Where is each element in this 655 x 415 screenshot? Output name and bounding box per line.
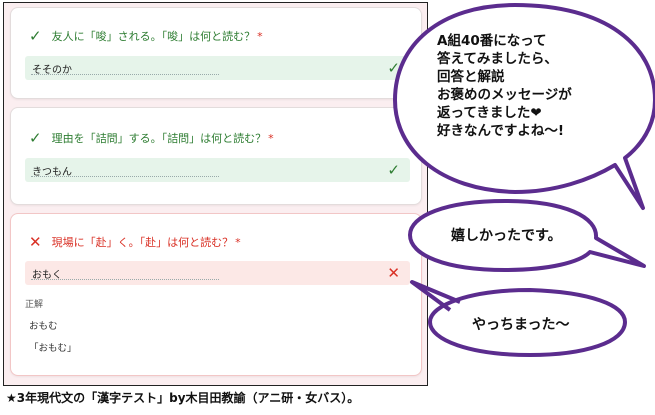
- big-bubble-text: A組40番になって 答えてみましたら、 回答と解説 お褒めのメッセージが 返って…: [437, 32, 572, 140]
- big-bubble-line: 回答と解説: [437, 69, 505, 85]
- big-bubble-line: 答えてみましたら、: [437, 51, 558, 67]
- big-bubble-line: A組40番になって: [437, 33, 547, 49]
- big-bubble-line: お褒めのメッセージが: [437, 87, 572, 103]
- caption: ★3年現代文の「漢字テスト」by木目田教諭（アニ研・女バス）。: [6, 391, 360, 405]
- middle-bubble-text: 嬉しかったです。: [451, 228, 562, 244]
- big-bubble-line: 返ってきました❤: [437, 105, 542, 121]
- big-bubble-line: 好きなんですよね～!: [437, 123, 564, 139]
- bottom-bubble-text: やっちまった～: [472, 317, 570, 333]
